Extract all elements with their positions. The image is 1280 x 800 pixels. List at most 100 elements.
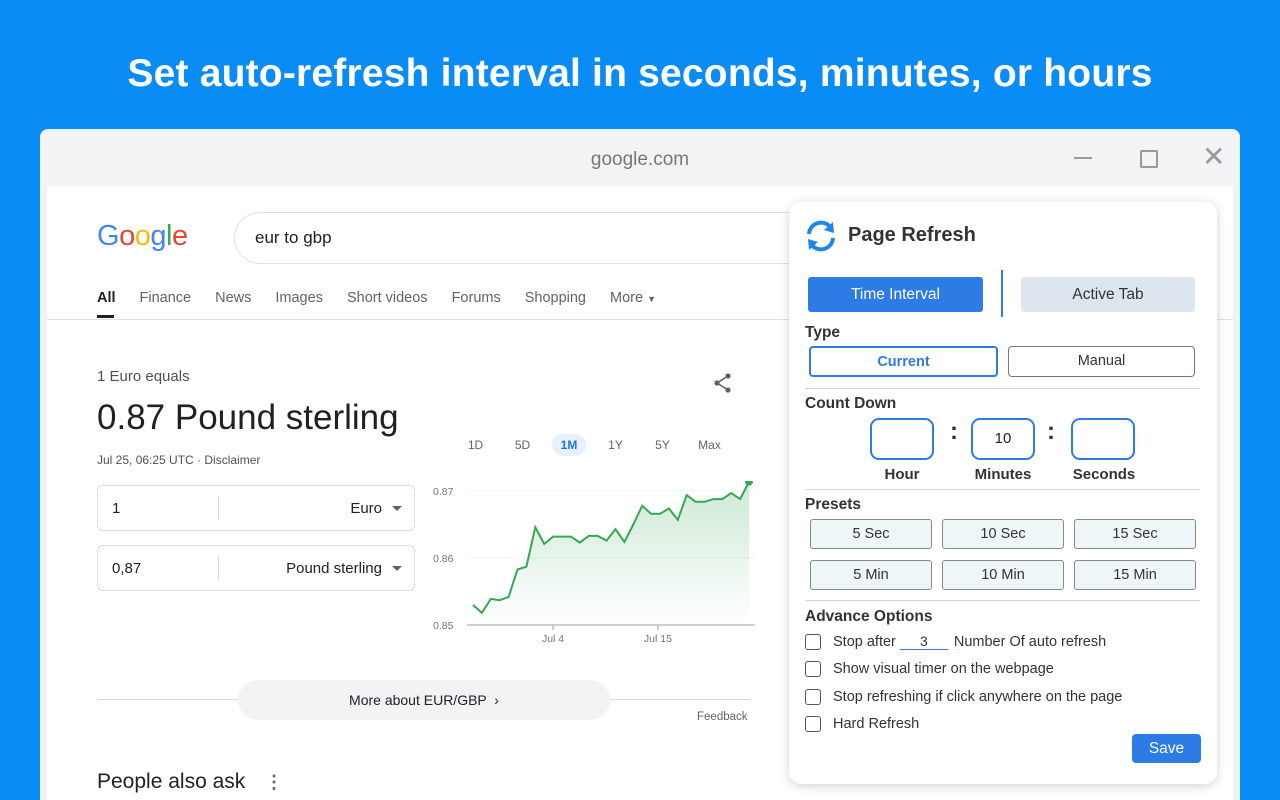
people-also-ask-heading: People also ask: [97, 770, 246, 793]
save-button[interactable]: Save: [1132, 734, 1201, 763]
y-tick-label: 0.87: [433, 486, 454, 498]
logo-letter: g: [150, 220, 166, 252]
range-max[interactable]: Max: [686, 434, 733, 456]
y-tick-label: 0.86: [433, 553, 454, 565]
type-manual-button[interactable]: Manual: [1008, 346, 1195, 377]
preset-10-sec[interactable]: 10 Sec: [942, 519, 1064, 549]
to-unit[interactable]: Pound sterling: [286, 560, 382, 577]
divider: [805, 600, 1200, 601]
logo-letter: o: [134, 220, 151, 252]
range-5y[interactable]: 5Y: [639, 434, 686, 456]
logo-letter: e: [171, 220, 188, 252]
tab-images[interactable]: Images: [275, 290, 323, 318]
area-fill: [473, 481, 749, 625]
tab-active-tab[interactable]: Active Tab: [1021, 277, 1195, 312]
stop-on-click-label: Stop refreshing if click anywhere on the…: [833, 689, 1123, 705]
range-5d[interactable]: 5D: [499, 434, 546, 456]
divider: [805, 489, 1200, 490]
preset-15-sec[interactable]: 15 Sec: [1074, 519, 1196, 549]
tab-all[interactable]: All: [97, 290, 116, 318]
range-1d[interactable]: 1D: [452, 434, 499, 456]
type-label: Type: [805, 324, 841, 341]
refresh-icon: [803, 218, 839, 259]
x-tick-label: Jul 15: [644, 633, 672, 645]
from-value[interactable]: 1: [112, 500, 120, 517]
stop-after-input[interactable]: 3: [899, 633, 948, 650]
option-hard-refresh: Hard Refresh: [805, 716, 919, 732]
share-icon[interactable]: [712, 372, 734, 400]
headline: Set auto-refresh interval in seconds, mi…: [127, 52, 1153, 95]
field-separator: [218, 556, 219, 580]
google-logo[interactable]: Google: [97, 220, 188, 253]
stop-on-click-checkbox[interactable]: [805, 689, 821, 705]
advance-options-label: Advance Options: [805, 608, 933, 625]
from-unit[interactable]: Euro: [350, 500, 382, 517]
logo-letter: o: [119, 220, 135, 252]
stop-after-checkbox[interactable]: [805, 633, 821, 650]
dropdown-caret-icon[interactable]: [392, 566, 402, 571]
y-tick-label: 0.85: [433, 620, 454, 632]
tab-finance[interactable]: Finance: [140, 290, 192, 318]
maximize-icon[interactable]: [1140, 150, 1158, 168]
visual-timer-label: Show visual timer on the webpage: [833, 661, 1054, 677]
tab-more-label: More: [610, 290, 644, 306]
tab-divider: [1001, 270, 1003, 317]
hour-label: Hour: [884, 466, 920, 483]
preset-5-sec[interactable]: 5 Sec: [810, 519, 932, 549]
minimize-icon[interactable]: [1074, 157, 1092, 159]
page-refresh-popup: Page Refresh Time Interval Active Tab Ty…: [789, 202, 1217, 784]
tab-more[interactable]: More ▼: [610, 290, 656, 318]
to-value[interactable]: 0,87: [112, 560, 141, 577]
tab-time-interval[interactable]: Time Interval: [808, 277, 983, 312]
popup-title: Page Refresh: [848, 224, 976, 246]
minutes-label: Minutes: [974, 466, 1032, 483]
dropdown-caret-icon[interactable]: [392, 506, 402, 511]
last-point: [745, 481, 753, 486]
divider: [805, 388, 1200, 389]
presets-label: Presets: [805, 496, 862, 513]
logo-letter: G: [97, 220, 120, 252]
window-title: google.com: [590, 149, 690, 170]
to-currency-field[interactable]: 0,87 Pound sterling: [97, 545, 415, 591]
hard-refresh-label: Hard Refresh: [833, 716, 920, 732]
conversion-result: 0.87 Pound sterling: [97, 398, 399, 437]
minutes-input[interactable]: 10: [971, 418, 1035, 460]
hard-refresh-checkbox[interactable]: [805, 716, 821, 732]
colon-separator: :: [950, 418, 958, 445]
seconds-input[interactable]: [1071, 418, 1135, 460]
hour-input[interactable]: [870, 418, 934, 460]
countdown-label: Count Down: [805, 395, 897, 412]
preset-10-min[interactable]: 10 Min: [942, 560, 1064, 590]
tab-news[interactable]: News: [215, 290, 251, 318]
from-currency-field[interactable]: 1 Euro: [97, 485, 415, 531]
caret-down-icon: ▼: [647, 294, 656, 304]
chevron-right-icon: ›: [494, 692, 499, 708]
more-about-button[interactable]: More about EUR/GBP ›: [238, 680, 610, 720]
seconds-label: Seconds: [1072, 466, 1136, 483]
range-1y[interactable]: 1Y: [592, 434, 639, 456]
visual-timer-checkbox[interactable]: [805, 661, 821, 677]
conversion-date: Jul 25, 06:25 UTC · Disclaimer: [97, 453, 261, 467]
feedback-link[interactable]: Feedback: [697, 711, 748, 723]
more-options-icon[interactable]: ⋮: [265, 772, 283, 793]
close-icon[interactable]: ✕: [1202, 143, 1225, 171]
option-stop-on-click: Stop refreshing if click anywhere on the…: [805, 689, 1122, 705]
preset-5-min[interactable]: 5 Min: [810, 560, 932, 590]
search-tabs: All Finance News Images Short videos For…: [97, 290, 680, 318]
tab-forums[interactable]: Forums: [452, 290, 501, 318]
colon-separator: :: [1047, 418, 1055, 445]
range-1m[interactable]: 1M: [552, 434, 586, 456]
tab-short-videos[interactable]: Short videos: [347, 290, 428, 318]
option-visual-timer: Show visual timer on the webpage: [805, 661, 1054, 677]
field-separator: [218, 496, 219, 520]
type-current-button[interactable]: Current: [809, 346, 998, 377]
chart-range-tabs: 1D 5D 1M 1Y 5Y Max: [452, 434, 733, 456]
more-about-label: More about EUR/GBP: [349, 692, 487, 708]
conversion-subtitle: 1 Euro equals: [97, 368, 190, 385]
search-input[interactable]: eur to gbp: [234, 212, 854, 264]
exchange-rate-chart: 0.87 0.86 0.85 Jul 4 Jul 15: [433, 481, 755, 645]
stop-after-prefix: Stop after: [833, 633, 896, 650]
tab-shopping[interactable]: Shopping: [525, 290, 586, 318]
option-stop-after: Stop after 3 Number Of auto refresh: [805, 633, 1106, 650]
preset-15-min[interactable]: 15 Min: [1074, 560, 1196, 590]
